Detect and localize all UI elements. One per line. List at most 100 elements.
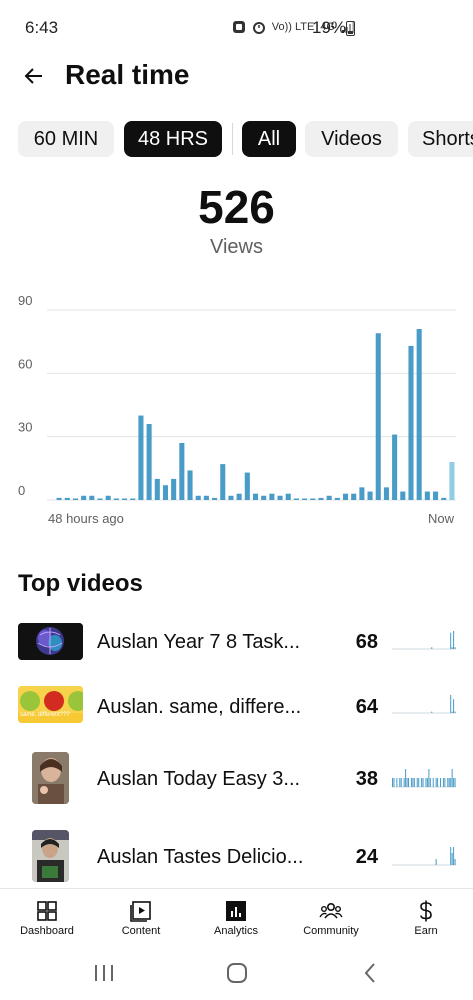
sparkline-bar <box>450 778 452 787</box>
chart-bar[interactable] <box>433 491 439 500</box>
status-bar: 6:43 Vo)) LTE 4G 19% <box>0 0 473 56</box>
chart-bar[interactable] <box>383 487 389 500</box>
filter-chips: 60 MIN 48 HRS All Videos Shorts <box>18 121 473 157</box>
volte-label: Vo)) LTE <box>271 21 315 33</box>
video-views: 68 <box>355 631 378 653</box>
chip-videos[interactable]: Videos <box>305 121 398 157</box>
nav-dashboard[interactable]: Dashboard <box>0 889 94 947</box>
chart-bar[interactable] <box>252 493 259 500</box>
chart-bar[interactable] <box>138 415 144 500</box>
nav-analytics[interactable]: Analytics <box>189 889 283 947</box>
chart-bar[interactable] <box>72 498 78 501</box>
sparkline-bar <box>421 778 423 787</box>
chart-bar[interactable] <box>187 470 193 500</box>
sparkline-bar <box>435 859 437 865</box>
chip-shorts[interactable]: Shorts <box>408 121 473 157</box>
community-icon <box>319 903 343 919</box>
sparkline-bar <box>393 778 395 787</box>
sparkline-bar <box>451 647 453 649</box>
chart-bar[interactable] <box>244 472 250 500</box>
chart-bar[interactable] <box>400 491 406 500</box>
sparkline-bar <box>431 647 433 649</box>
alarm-icon <box>252 22 265 34</box>
nav-earn[interactable]: Earn <box>379 889 473 947</box>
chart-bar[interactable] <box>212 497 218 500</box>
chart-bar[interactable] <box>359 487 365 500</box>
chart-bar[interactable] <box>334 497 340 500</box>
chart-bar[interactable] <box>293 498 299 501</box>
chart-bar[interactable] <box>310 498 316 501</box>
chart-bar[interactable] <box>367 491 373 500</box>
nav-community[interactable]: Community <box>284 889 378 947</box>
chart-bar[interactable] <box>416 329 422 500</box>
video-title: Auslan. same, differe... <box>97 696 302 718</box>
chart-bar[interactable] <box>81 495 87 500</box>
back-button[interactable] <box>16 58 52 94</box>
chart-bar[interactable] <box>261 495 267 500</box>
chart-bar[interactable] <box>392 434 398 500</box>
nav-content[interactable]: Content <box>94 889 188 947</box>
chart-bar[interactable] <box>375 333 381 500</box>
home-button[interactable] <box>217 958 257 988</box>
chip-all[interactable]: All <box>242 121 296 157</box>
chart-bar[interactable] <box>130 498 136 501</box>
chart-bar[interactable] <box>285 493 291 500</box>
chart-bar[interactable] <box>64 497 70 500</box>
video-row[interactable]: Auslan Today Easy 3... 38 <box>0 750 473 806</box>
battery-icon <box>346 21 355 36</box>
recent-apps-button[interactable] <box>84 958 124 988</box>
chart-bar[interactable] <box>171 478 177 500</box>
chart-bar[interactable] <box>277 495 283 500</box>
top-videos-title: Top videos <box>18 570 143 597</box>
chart-bar[interactable] <box>449 462 455 500</box>
chart-bar[interactable] <box>302 498 308 501</box>
chart-bar[interactable] <box>113 498 119 501</box>
sparkline-bar <box>454 778 456 787</box>
chart-bar[interactable] <box>408 345 414 500</box>
chevron-left-icon <box>364 963 375 983</box>
chart-bar[interactable] <box>342 493 349 500</box>
video-row[interactable]: same, different??? Auslan. same, differe… <box>0 678 473 734</box>
sparkline-bar <box>392 778 394 787</box>
chart-bar[interactable] <box>162 485 169 500</box>
video-row[interactable]: Auslan Tastes Delicio... 24 <box>0 828 473 884</box>
video-thumbnail <box>32 752 69 804</box>
sparkline-bar <box>440 778 442 787</box>
y-tick-label: 30 <box>18 420 32 435</box>
sparkline-bar <box>450 632 452 649</box>
chart-bar[interactable] <box>97 498 103 501</box>
sparkline-bar <box>442 778 444 787</box>
earn-icon <box>420 900 432 922</box>
chart-bar[interactable] <box>351 493 357 500</box>
chart-bar[interactable] <box>424 491 430 500</box>
nav-label: Dashboard <box>20 925 74 937</box>
chip-60-min[interactable]: 60 MIN <box>18 121 114 157</box>
chart-bar[interactable] <box>105 495 111 500</box>
chart-bar[interactable] <box>195 495 201 500</box>
chart-bar[interactable] <box>203 495 209 500</box>
chip-48-hrs[interactable]: 48 HRS <box>124 121 222 157</box>
thumbnail-caption: same, different??? <box>20 712 70 718</box>
chart-bar[interactable] <box>56 497 62 500</box>
chart-bar[interactable] <box>179 443 185 500</box>
brain-thumbnail-icon <box>18 623 83 660</box>
video-row[interactable]: Auslan Year 7 8 Task... 68 <box>0 614 473 670</box>
chart-bar[interactable] <box>89 495 95 500</box>
chart-bar[interactable] <box>146 424 152 500</box>
sparkline-bar <box>451 853 453 865</box>
video-thumbnail <box>32 830 69 882</box>
chart-bar[interactable] <box>228 495 234 500</box>
analytics-icon <box>226 901 246 921</box>
chart-bar[interactable] <box>122 498 128 501</box>
chart-bar[interactable] <box>318 497 324 500</box>
chart-bar[interactable] <box>154 478 160 500</box>
sparkline-bar <box>422 778 424 787</box>
chart-bar[interactable] <box>236 493 242 500</box>
chart-bar[interactable] <box>441 497 447 500</box>
chart-bar[interactable] <box>269 493 275 500</box>
sparkline-bar <box>450 847 452 865</box>
system-back-button[interactable] <box>350 958 390 988</box>
chart-bar[interactable] <box>220 464 226 500</box>
video-views: 24 <box>355 846 378 868</box>
chart-bar[interactable] <box>326 495 332 500</box>
